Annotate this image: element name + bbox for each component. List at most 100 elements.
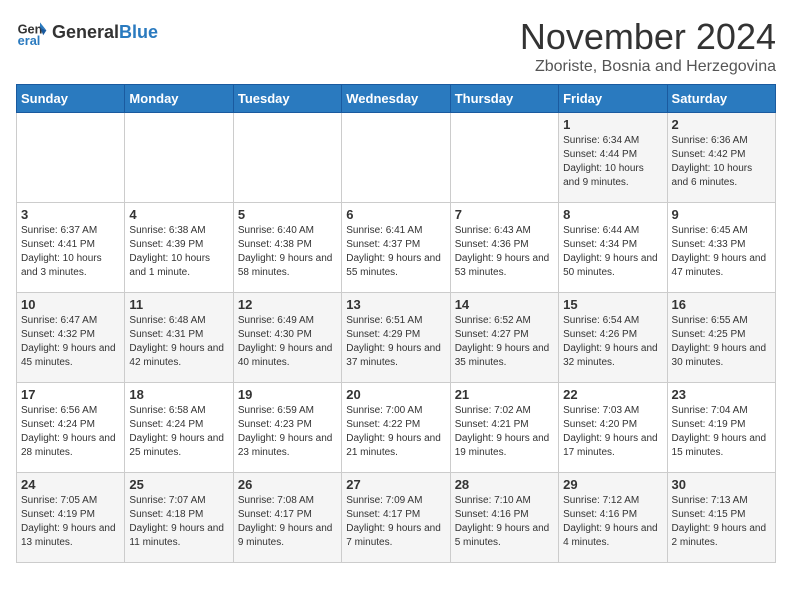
day-info: Sunrise: 7:00 AM Sunset: 4:22 PM Dayligh…	[346, 404, 445, 460]
day-info: Sunrise: 6:51 AM Sunset: 4:29 PM Dayligh…	[346, 314, 445, 370]
col-tuesday: Tuesday	[233, 85, 341, 113]
day-number: 15	[563, 297, 662, 312]
day-cell: 15 Sunrise: 6:54 AM Sunset: 4:26 PM Dayli…	[559, 293, 667, 383]
day-info: Sunrise: 6:36 AM Sunset: 4:42 PM Dayligh…	[672, 134, 771, 190]
day-cell: 19 Sunrise: 6:59 AM Sunset: 4:23 PM Dayli…	[233, 383, 341, 473]
day-cell: 24Sunrise: 7:05 AM Sunset: 4:19 PM Dayli…	[17, 473, 125, 563]
logo-icon: Gen eral	[16, 16, 48, 48]
day-cell: 2 Sunrise: 6:36 AM Sunset: 4:42 PM Daylig…	[667, 113, 775, 203]
day-number: 22	[563, 387, 662, 402]
day-number: 4	[129, 207, 228, 222]
title-block: November 2024 Zboriste, Bosnia and Herze…	[520, 16, 776, 76]
day-cell	[450, 113, 558, 203]
day-cell: 10 Sunrise: 6:47 AM Sunset: 4:32 PM Dayli…	[17, 293, 125, 383]
day-cell: 12Sunrise: 6:49 AM Sunset: 4:30 PM Dayli…	[233, 293, 341, 383]
day-info: Sunrise: 6:48 AM Sunset: 4:31 PM Dayligh…	[129, 314, 228, 370]
day-cell: 22 Sunrise: 7:03 AM Sunset: 4:20 PM Dayli…	[559, 383, 667, 473]
day-info: Sunrise: 6:58 AM Sunset: 4:24 PM Dayligh…	[129, 404, 228, 460]
calendar-body: 1Sunrise: 6:34 AM Sunset: 4:44 PM Daylig…	[17, 113, 776, 563]
month-title: November 2024	[520, 16, 776, 58]
day-info: Sunrise: 6:41 AM Sunset: 4:37 PM Dayligh…	[346, 224, 445, 280]
day-info: Sunrise: 7:10 AM Sunset: 4:16 PM Dayligh…	[455, 494, 554, 550]
day-info: Sunrise: 6:52 AM Sunset: 4:27 PM Dayligh…	[455, 314, 554, 370]
day-info: Sunrise: 6:34 AM Sunset: 4:44 PM Dayligh…	[563, 134, 662, 190]
day-info: Sunrise: 6:45 AM Sunset: 4:33 PM Dayligh…	[672, 224, 771, 280]
col-wednesday: Wednesday	[342, 85, 450, 113]
day-cell: 5 Sunrise: 6:40 AM Sunset: 4:38 PM Daylig…	[233, 203, 341, 293]
day-info: Sunrise: 6:56 AM Sunset: 4:24 PM Dayligh…	[21, 404, 120, 460]
day-info: Sunrise: 7:08 AM Sunset: 4:17 PM Dayligh…	[238, 494, 337, 550]
day-number: 6	[346, 207, 445, 222]
day-cell	[233, 113, 341, 203]
day-number: 16	[672, 297, 771, 312]
location-title: Zboriste, Bosnia and Herzegovina	[520, 58, 776, 76]
day-info: Sunrise: 7:13 AM Sunset: 4:15 PM Dayligh…	[672, 494, 771, 550]
day-info: Sunrise: 7:07 AM Sunset: 4:18 PM Dayligh…	[129, 494, 228, 550]
day-info: Sunrise: 6:54 AM Sunset: 4:26 PM Dayligh…	[563, 314, 662, 370]
day-cell: 26Sunrise: 7:08 AM Sunset: 4:17 PM Dayli…	[233, 473, 341, 563]
day-cell: 6 Sunrise: 6:41 AM Sunset: 4:37 PM Daylig…	[342, 203, 450, 293]
day-number: 17	[21, 387, 120, 402]
day-cell: 1Sunrise: 6:34 AM Sunset: 4:44 PM Daylig…	[559, 113, 667, 203]
col-thursday: Thursday	[450, 85, 558, 113]
day-cell: 3Sunrise: 6:37 AM Sunset: 4:41 PM Daylig…	[17, 203, 125, 293]
day-number: 23	[672, 387, 771, 402]
logo: Gen eral GeneralBlue	[16, 16, 158, 48]
day-number: 8	[563, 207, 662, 222]
day-number: 10	[21, 297, 120, 312]
day-number: 13	[346, 297, 445, 312]
day-info: Sunrise: 7:02 AM Sunset: 4:21 PM Dayligh…	[455, 404, 554, 460]
col-sunday: Sunday	[17, 85, 125, 113]
day-cell: 17 Sunrise: 6:56 AM Sunset: 4:24 PM Dayli…	[17, 383, 125, 473]
day-cell: 7 Sunrise: 6:43 AM Sunset: 4:36 PM Daylig…	[450, 203, 558, 293]
day-info: Sunrise: 6:59 AM Sunset: 4:23 PM Dayligh…	[238, 404, 337, 460]
day-cell	[17, 113, 125, 203]
day-number: 9	[672, 207, 771, 222]
day-number: 14	[455, 297, 554, 312]
page-header: Gen eral GeneralBlue November 2024 Zbori…	[16, 16, 776, 76]
day-cell: 13 Sunrise: 6:51 AM Sunset: 4:29 PM Dayli…	[342, 293, 450, 383]
day-info: Sunrise: 6:43 AM Sunset: 4:36 PM Dayligh…	[455, 224, 554, 280]
day-cell: 4 Sunrise: 6:38 AM Sunset: 4:39 PM Daylig…	[125, 203, 233, 293]
day-info: Sunrise: 7:05 AM Sunset: 4:19 PM Dayligh…	[21, 494, 120, 550]
day-cell: 21 Sunrise: 7:02 AM Sunset: 4:21 PM Dayli…	[450, 383, 558, 473]
day-number: 27	[346, 477, 445, 492]
day-number: 12	[238, 297, 337, 312]
day-info: Sunrise: 7:12 AM Sunset: 4:16 PM Dayligh…	[563, 494, 662, 550]
day-info: Sunrise: 6:47 AM Sunset: 4:32 PM Dayligh…	[21, 314, 120, 370]
week-row-5: 24Sunrise: 7:05 AM Sunset: 4:19 PM Dayli…	[17, 473, 776, 563]
day-number: 30	[672, 477, 771, 492]
logo-text: GeneralBlue	[52, 22, 158, 43]
day-number: 25	[129, 477, 228, 492]
day-number: 29	[563, 477, 662, 492]
day-number: 21	[455, 387, 554, 402]
day-number: 5	[238, 207, 337, 222]
day-info: Sunrise: 7:03 AM Sunset: 4:20 PM Dayligh…	[563, 404, 662, 460]
week-row-4: 17 Sunrise: 6:56 AM Sunset: 4:24 PM Dayli…	[17, 383, 776, 473]
day-number: 2	[672, 117, 771, 132]
day-info: Sunrise: 6:38 AM Sunset: 4:39 PM Dayligh…	[129, 224, 228, 280]
day-number: 18	[129, 387, 228, 402]
day-number: 3	[21, 207, 120, 222]
week-row-3: 10 Sunrise: 6:47 AM Sunset: 4:32 PM Dayli…	[17, 293, 776, 383]
svg-text:eral: eral	[18, 33, 41, 48]
day-cell: 25 Sunrise: 7:07 AM Sunset: 4:18 PM Dayli…	[125, 473, 233, 563]
day-info: Sunrise: 6:55 AM Sunset: 4:25 PM Dayligh…	[672, 314, 771, 370]
day-cell: 20Sunrise: 7:00 AM Sunset: 4:22 PM Dayli…	[342, 383, 450, 473]
day-number: 7	[455, 207, 554, 222]
weekday-row: Sunday Monday Tuesday Wednesday Thursday…	[17, 85, 776, 113]
calendar-header: Sunday Monday Tuesday Wednesday Thursday…	[17, 85, 776, 113]
week-row-2: 3Sunrise: 6:37 AM Sunset: 4:41 PM Daylig…	[17, 203, 776, 293]
day-number: 19	[238, 387, 337, 402]
col-saturday: Saturday	[667, 85, 775, 113]
day-cell: 29 Sunrise: 7:12 AM Sunset: 4:16 PM Dayli…	[559, 473, 667, 563]
day-cell: 11Sunrise: 6:48 AM Sunset: 4:31 PM Dayli…	[125, 293, 233, 383]
day-cell: 14 Sunrise: 6:52 AM Sunset: 4:27 PM Dayli…	[450, 293, 558, 383]
day-info: Sunrise: 7:04 AM Sunset: 4:19 PM Dayligh…	[672, 404, 771, 460]
col-monday: Monday	[125, 85, 233, 113]
day-cell	[342, 113, 450, 203]
calendar-table: Sunday Monday Tuesday Wednesday Thursday…	[16, 84, 776, 563]
day-cell: 18 Sunrise: 6:58 AM Sunset: 4:24 PM Dayli…	[125, 383, 233, 473]
day-cell: 9 Sunrise: 6:45 AM Sunset: 4:33 PM Daylig…	[667, 203, 775, 293]
day-info: Sunrise: 6:40 AM Sunset: 4:38 PM Dayligh…	[238, 224, 337, 280]
